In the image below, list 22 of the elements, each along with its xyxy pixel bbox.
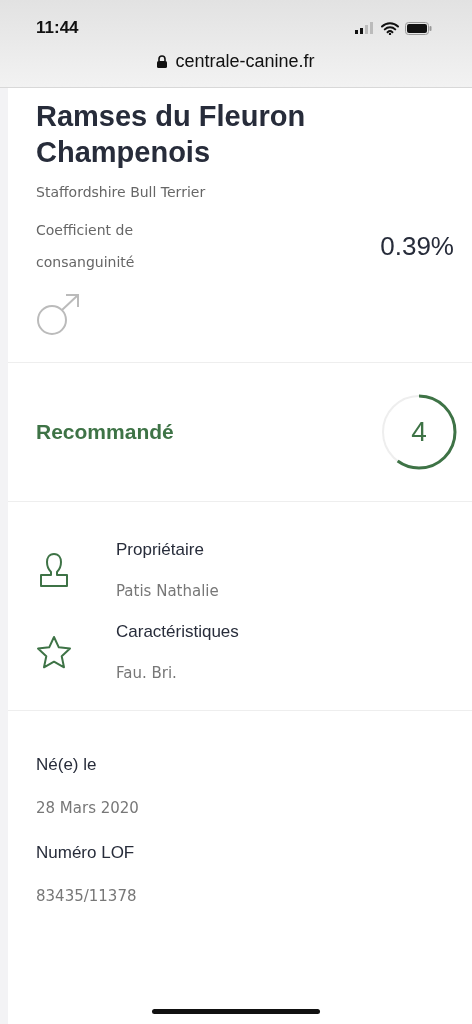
url-text[interactable]: centrale-canine.fr (175, 51, 315, 72)
fact-value: 83435/11378 (36, 887, 137, 905)
battery-icon (405, 21, 432, 35)
dog-name: Ramses du Fleuron Champenois (36, 99, 307, 170)
detail-label: Propriétaire (116, 540, 205, 560)
coefficient-label: Coefficient de consanguinité (36, 221, 136, 272)
star-icon (36, 635, 72, 669)
lock-icon (157, 55, 168, 68)
breed-text: Staffordshire Bull Terrier (36, 184, 207, 200)
recommendation-label: Recommandé (36, 420, 174, 444)
fact-label: Numéro LOF (36, 843, 135, 863)
male-symbol-icon (36, 294, 80, 336)
detail-value: Patis Nathalie (116, 582, 219, 600)
fact-label: Né(e) le (36, 755, 97, 775)
detail-value: Fau. Bri. (116, 664, 178, 682)
coefficient-value: 0.39% (380, 230, 454, 262)
wifi-icon (381, 21, 399, 35)
fact-value: 28 Mars 2020 (36, 799, 139, 817)
status-time: 11:44 (36, 18, 79, 38)
score-value: 4 (411, 416, 427, 448)
detail-label: Caractéristiques (116, 622, 239, 642)
signal-icon (355, 22, 375, 34)
